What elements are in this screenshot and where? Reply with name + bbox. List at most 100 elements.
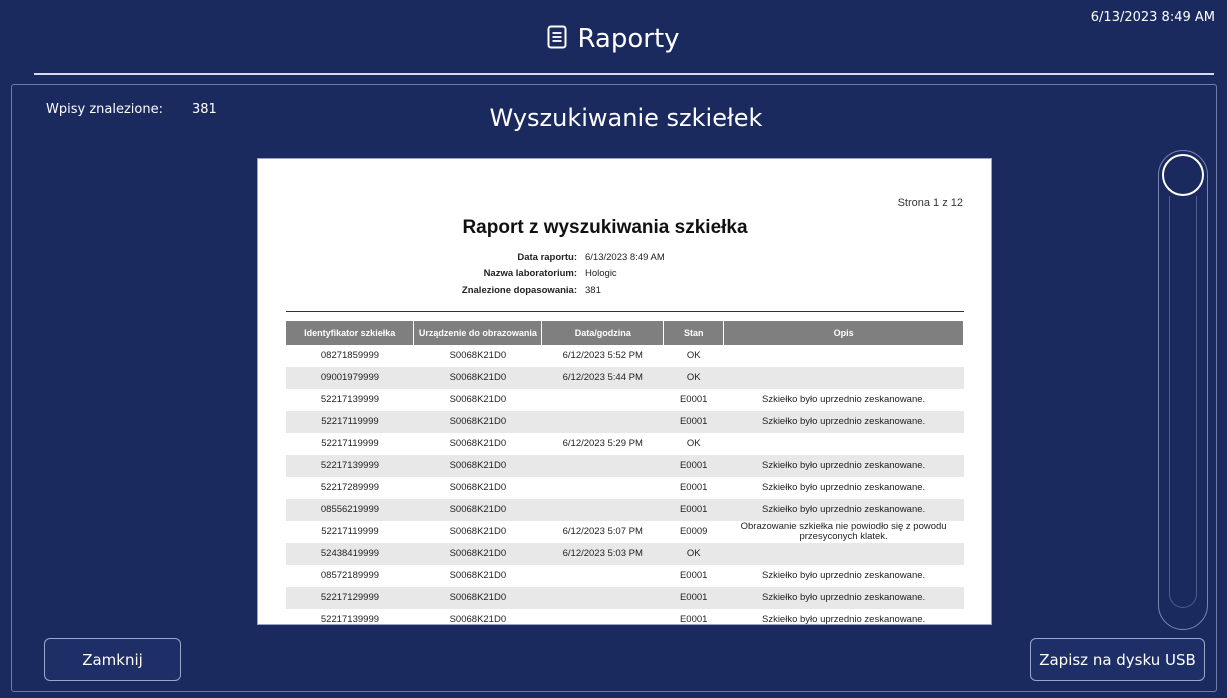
table-cell: OK xyxy=(663,543,724,565)
table-cell: 52217119999 xyxy=(286,411,414,433)
column-header: Stan xyxy=(663,321,725,345)
table-cell: Szkiełko było uprzednio zeskanowane. xyxy=(761,394,926,405)
table-row: 52217119999 S0068K21D0 6/12/2023 5:07 PM E0… xyxy=(286,521,964,543)
table-row: 09001979999 S0068K21D0 6/12/2023 5:44 PM OK xyxy=(286,367,964,389)
report-meta-row: Data raportu: 6/13/2023 8:49 AM xyxy=(385,252,665,263)
table-cell: Szkiełko było uprzednio zeskanowane. xyxy=(761,482,926,493)
table-cell: S0068K21D0 xyxy=(413,543,542,565)
screen: Raporty 6/13/2023 8:49 AM Wpisy znalezio… xyxy=(0,0,1227,698)
table-cell: 52217289999 xyxy=(320,482,380,493)
table-row: 52217129999 S0068K21D0 E0001 Szkiełko było … xyxy=(286,587,964,609)
table-cell: 52217139999 xyxy=(286,455,414,477)
table-cell: 6/12/2023 5:44 PM xyxy=(541,367,664,389)
table-cell: E0001 xyxy=(679,482,708,493)
table-cell xyxy=(541,411,664,433)
table-cell: S0068K21D0 xyxy=(449,394,507,405)
document-icon xyxy=(547,25,567,53)
report-meta-value: 6/13/2023 8:49 AM xyxy=(585,252,665,263)
table-cell: 6/12/2023 5:52 PM xyxy=(562,350,643,361)
report-title: Raport z wyszukiwania szkiełka xyxy=(462,217,748,238)
table-cell xyxy=(541,455,664,477)
table-cell: 52217119999 xyxy=(321,438,379,449)
table-row: 52217119999 S0068K21D0 E0001 Szkiełko było … xyxy=(286,411,964,433)
scroll-slider-thumb[interactable] xyxy=(1162,154,1204,196)
table-cell: Szkiełko było uprzednio zeskanowane. xyxy=(723,411,964,433)
table-cell: 52217119999 xyxy=(321,526,379,537)
table-cell: Szkiełko było uprzednio zeskanowane. xyxy=(761,570,926,581)
clock-datetime: 6/13/2023 8:49 AM xyxy=(1090,10,1215,25)
report-meta-label: Data raportu: xyxy=(517,252,577,263)
table-cell: 52217139999 xyxy=(320,614,380,625)
table-row: 08572189999 S0068K21D0 E0001 Szkiełko było … xyxy=(286,565,964,587)
table-cell: 6/12/2023 5:03 PM xyxy=(541,543,664,565)
table-cell: Szkiełko było uprzednio zeskanowane. xyxy=(723,499,964,521)
report-meta-row: Nazwa laboratorium: Hologic xyxy=(385,268,617,279)
table-cell xyxy=(724,345,964,367)
scroll-slider-groove xyxy=(1169,196,1197,608)
table-cell: OK xyxy=(686,350,701,361)
table-cell: Szkiełko było uprzednio zeskanowane. xyxy=(723,455,964,477)
report-meta-row: Znalezione dopasowania: 381 xyxy=(385,285,601,296)
table-cell: 09001979999 xyxy=(286,367,414,389)
table-row: 52217119999 S0068K21D0 6/12/2023 5:29 PM OK xyxy=(286,433,964,455)
table-cell: 52438419999 xyxy=(286,543,414,565)
table-row: 08271859999 S0068K21D0 6/12/2023 5:52 PM OK xyxy=(286,345,964,367)
table-cell xyxy=(541,499,664,521)
table-cell: E0001 xyxy=(663,411,724,433)
report-preview[interactable]: Strona 1 z 12 Raport z wyszukiwania szki… xyxy=(257,158,992,625)
column-header: Data/godzina xyxy=(541,321,665,345)
table-cell: 6/12/2023 5:07 PM xyxy=(562,526,643,537)
column-header: Urządzenie do obrazowania xyxy=(413,321,543,345)
table-cell: S0068K21D0 xyxy=(413,499,542,521)
column-header: Identyfikator szkiełka xyxy=(286,321,415,345)
table-cell: OK xyxy=(663,367,724,389)
table-cell: E0001 xyxy=(663,499,724,521)
table-cell: 52217129999 xyxy=(286,587,414,609)
report-divider xyxy=(286,311,964,312)
table-cell xyxy=(723,543,964,565)
table-cell: E0009 xyxy=(679,526,708,537)
table-cell: S0068K21D0 xyxy=(413,367,542,389)
save-to-usb-button[interactable]: Zapisz na dysku USB xyxy=(1030,638,1205,681)
table-row: 08556219999 S0068K21D0 E0001 Szkiełko było … xyxy=(286,499,964,521)
table-cell xyxy=(724,433,964,455)
table-cell: S0068K21D0 xyxy=(413,455,542,477)
scroll-slider[interactable] xyxy=(1158,150,1208,630)
table-cell: S0068K21D0 xyxy=(449,526,507,537)
table-cell: Obrazowanie szkiełka nie powiodło się z … xyxy=(740,521,947,542)
table-cell xyxy=(542,565,664,587)
table-cell: E0001 xyxy=(679,394,708,405)
report-meta-label: Znalezione dopasowania: xyxy=(461,285,577,296)
table-cell: S0068K21D0 xyxy=(413,411,542,433)
table-cell: E0001 xyxy=(663,587,724,609)
close-button[interactable]: Zamknij xyxy=(44,638,181,681)
table-cell xyxy=(541,587,664,609)
table-cell: S0068K21D0 xyxy=(449,350,507,361)
report-page-number: Strona 1 z 12 xyxy=(897,197,963,209)
table-cell: S0068K21D0 xyxy=(449,482,507,493)
table-row: 52217289999 S0068K21D0 E0001 Szkiełko było … xyxy=(286,477,964,499)
table-cell: E0001 xyxy=(679,614,708,625)
table-row: 52217139999 S0068K21D0 E0001 Szkiełko było … xyxy=(286,389,964,411)
table-row: 52217139999 S0068K21D0 E0001 Szkiełko było … xyxy=(286,455,964,477)
table-row: 52217139999 S0068K21D0 E0001 Szkiełko było … xyxy=(286,609,964,625)
report-meta-value: 381 xyxy=(585,285,601,296)
table-cell xyxy=(542,609,664,624)
table-cell: 52217139999 xyxy=(320,394,380,405)
table-cell: Szkiełko było uprzednio zeskanowane. xyxy=(723,587,964,609)
table-cell: S0068K21D0 xyxy=(449,438,507,449)
page-title: Wyszukiwanie szkiełek xyxy=(489,104,763,132)
table-cell: S0068K21D0 xyxy=(413,587,542,609)
table-cell xyxy=(542,389,664,411)
table-cell: S0068K21D0 xyxy=(449,570,507,581)
header-divider xyxy=(34,73,1214,75)
table-cell xyxy=(723,367,964,389)
table-cell: 6/12/2023 5:29 PM xyxy=(562,438,643,449)
table-cell: Szkiełko było uprzednio zeskanowane. xyxy=(761,614,926,625)
table-cell: S0068K21D0 xyxy=(449,614,507,625)
column-header: Opis xyxy=(723,321,964,345)
table-cell: E0001 xyxy=(679,570,708,581)
table-cell: 08572189999 xyxy=(320,570,380,581)
table-cell xyxy=(542,477,664,499)
header-title: Raporty xyxy=(577,24,680,54)
